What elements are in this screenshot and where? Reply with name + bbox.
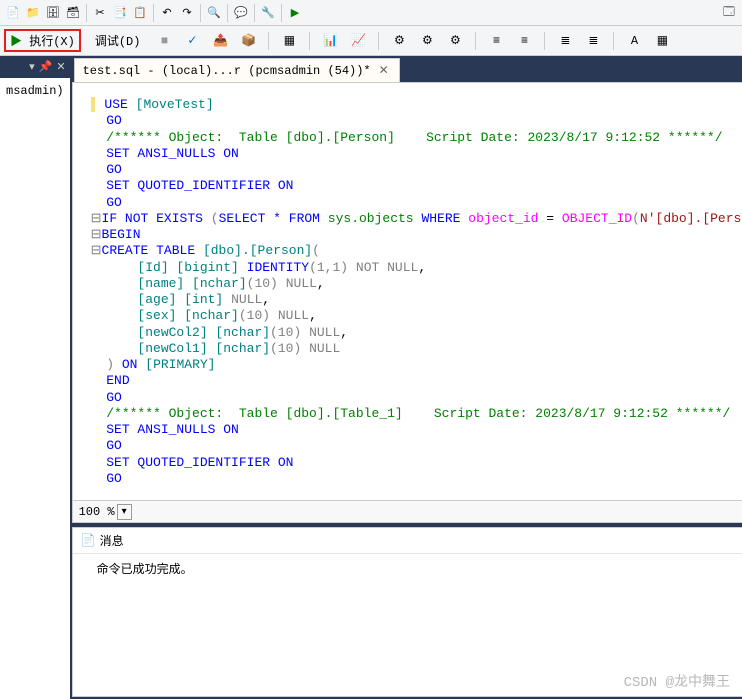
tab-title: test.sql - (local)...r (pcmsadmin (54))* — [83, 64, 371, 78]
db2-icon[interactable]: 🗃 — [64, 4, 82, 22]
play-icon[interactable]: ▶ — [286, 4, 304, 22]
find-icon[interactable]: 🔍 — [205, 4, 223, 22]
separator — [281, 4, 282, 22]
separator — [544, 32, 545, 50]
execute-menu[interactable]: ▶ 执行(X) — [4, 29, 81, 52]
toolbar-top: 📄 📁 🗄 🗃 ✂ 📑 📋 ↶ ↷ 🔍 💬 🔧 ▶ 🗔 — [0, 0, 742, 26]
close-icon[interactable]: ✕ — [56, 60, 65, 74]
uncomment-icon[interactable]: ≣ — [583, 31, 603, 51]
parse-icon[interactable]: 📤 — [210, 31, 230, 51]
sidebar-item[interactable]: msadmin) — [6, 84, 64, 98]
separator — [475, 32, 476, 50]
separator — [86, 4, 87, 22]
dropdown-icon[interactable]: ▾ — [29, 60, 35, 74]
separator — [613, 32, 614, 50]
opt2-icon[interactable]: ⚙ — [417, 31, 437, 51]
copy-icon[interactable]: 📑 — [111, 4, 129, 22]
outdent-icon[interactable]: ≡ — [514, 31, 534, 51]
specify-values-icon[interactable]: A — [624, 31, 644, 51]
zoom-level: 100 % — [79, 505, 115, 519]
stats-icon[interactable]: 📈 — [348, 31, 368, 51]
messages-tab[interactable]: 📄 消息 — [73, 528, 742, 554]
window-icon[interactable]: 🗔 — [720, 4, 738, 22]
zoom-dropdown-icon[interactable]: ▾ — [117, 504, 132, 520]
separator — [309, 32, 310, 50]
menu-bar: ▶ 执行(X) 调试(D) ■ ✓ 📤 📦 ▦ 📊 📈 ⚙ ⚙ ⚙ ≡ ≡ ≣ … — [0, 26, 742, 56]
object-explorer: ▾ 📌 ✕ msadmin) — [0, 56, 70, 699]
redo-icon[interactable]: ↷ — [178, 4, 196, 22]
include-plan-icon[interactable]: 📊 — [320, 31, 340, 51]
cut-icon[interactable]: ✂ — [91, 4, 109, 22]
messages-label: 消息 — [100, 532, 124, 549]
open-icon[interactable]: 📁 — [24, 4, 42, 22]
sql-editor[interactable]: USE [MoveTest] GO /****** Object: Table … — [73, 83, 742, 500]
sidebar-header: ▾ 📌 ✕ — [0, 56, 70, 78]
db-icon[interactable]: 🗄 — [44, 4, 62, 22]
content-area: ▾ 📌 ✕ msadmin) test.sql - (local)...r (p… — [0, 56, 742, 699]
paste-icon[interactable]: 📋 — [131, 4, 149, 22]
check-icon[interactable]: ✓ — [182, 31, 202, 51]
opt1-icon[interactable]: ⚙ — [389, 31, 409, 51]
debug-menu[interactable]: 调试(D) — [89, 29, 147, 52]
pin-icon[interactable]: 📌 — [39, 60, 53, 74]
opt3-icon[interactable]: ⚙ — [445, 31, 465, 51]
stop-icon[interactable]: ■ — [154, 31, 174, 51]
sidebar-content: msadmin) — [0, 78, 70, 699]
watermark: CSDN @龙中舞王 — [624, 671, 730, 691]
editor-container: USE [MoveTest] GO /****** Object: Table … — [72, 82, 742, 523]
separator — [200, 4, 201, 22]
separator — [378, 32, 379, 50]
new-query-icon[interactable]: 📄 — [4, 4, 22, 22]
tab-testsql[interactable]: test.sql - (local)...r (pcmsadmin (54))*… — [74, 58, 400, 82]
separator — [268, 32, 269, 50]
comment-icon[interactable]: 💬 — [232, 4, 250, 22]
tool-icon[interactable]: 🔧 — [259, 4, 277, 22]
undo-icon[interactable]: ↶ — [158, 4, 176, 22]
comment-block-icon[interactable]: ≣ — [555, 31, 575, 51]
messages-icon: 📄 — [81, 533, 96, 548]
db-icon-2[interactable]: 📦 — [238, 31, 258, 51]
sqlcmd-icon[interactable]: ▦ — [652, 31, 672, 51]
zoom-bar: 100 % ▾ — [73, 500, 742, 522]
tab-bar: test.sql - (local)...r (pcmsadmin (54))*… — [70, 56, 742, 82]
tab-close-icon[interactable]: ✕ — [377, 63, 391, 78]
separator — [153, 4, 154, 22]
results-grid-icon[interactable]: ▦ — [279, 31, 299, 51]
indent-icon[interactable]: ≡ — [486, 31, 506, 51]
separator — [254, 4, 255, 22]
messages-text: 命令已成功完成。 — [97, 563, 193, 577]
separator — [227, 4, 228, 22]
main-panel: test.sql - (local)...r (pcmsadmin (54))*… — [70, 56, 742, 699]
